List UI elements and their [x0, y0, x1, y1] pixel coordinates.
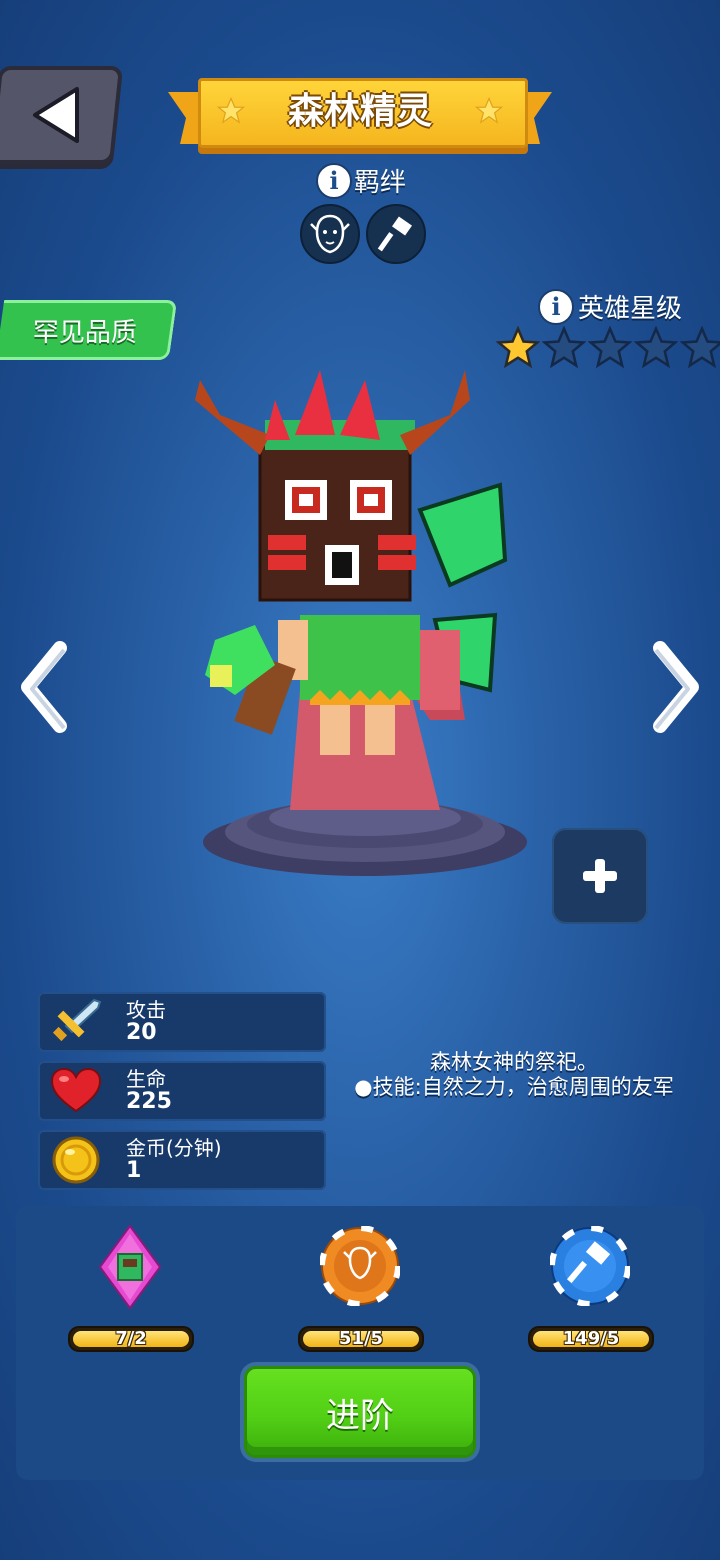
- star-level-info[interactable]: i 英雄星级: [538, 288, 682, 325]
- stat-label: 攻击: [126, 998, 166, 1022]
- hero-name: 森林精灵: [287, 91, 432, 132]
- hammer-icon[interactable]: [366, 204, 426, 264]
- heart-icon: [50, 1067, 102, 1113]
- bond-icons: [300, 204, 426, 264]
- stat-attack: 攻击 20: [38, 992, 326, 1052]
- stat-value: 20: [126, 1020, 157, 1045]
- progress-text: 51/5: [338, 1328, 384, 1349]
- stat-value: 225: [126, 1089, 172, 1114]
- star-empty-icon: [588, 326, 632, 369]
- star-empty-icon: [680, 326, 720, 369]
- progress-bar: 7/2: [68, 1326, 194, 1352]
- elf-chip-icon[interactable]: [320, 1226, 400, 1306]
- back-button[interactable]: [0, 66, 124, 164]
- description-line: 森林女神的祭祀。: [430, 1050, 598, 1074]
- star-level-label: 英雄星级: [578, 294, 683, 324]
- stat-health: 生命 225: [38, 1061, 326, 1121]
- bond-label: 羁绊: [354, 168, 407, 198]
- star-empty-icon: [542, 326, 586, 369]
- star-empty-icon: [634, 326, 678, 369]
- stat-label: 生命: [126, 1067, 166, 1091]
- hero-description: 森林女神的祭祀。 ●技能:自然之力，治愈周围的友军: [340, 1050, 688, 1100]
- info-icon: i: [538, 288, 574, 325]
- previous-hero-button[interactable]: [16, 640, 72, 734]
- info-icon: i: [316, 162, 352, 199]
- bond-info[interactable]: i 羁绊: [316, 162, 406, 199]
- progress-text: 149/5: [562, 1328, 620, 1349]
- add-button[interactable]: [552, 828, 648, 924]
- advance-button[interactable]: 进阶: [240, 1362, 480, 1462]
- plus-icon: [583, 859, 617, 893]
- gold-coin-icon: [52, 1136, 100, 1184]
- stat-value: 1: [126, 1158, 142, 1183]
- progress-bar: 149/5: [528, 1326, 654, 1352]
- quality-badge: 罕见品质: [0, 300, 178, 360]
- hero-character: [195, 370, 508, 810]
- progress-text: 7/2: [115, 1328, 147, 1349]
- back-arrow-icon: [33, 87, 79, 143]
- next-hero-button[interactable]: [648, 640, 704, 734]
- description-line: ●技能:自然之力，治愈周围的友军: [354, 1075, 674, 1099]
- stat-gold-per-minute: 金币(分钟) 1: [38, 1130, 326, 1190]
- elf-face-icon[interactable]: [300, 204, 360, 264]
- sword-icon: [52, 998, 102, 1042]
- progress-bar: 51/5: [298, 1326, 424, 1352]
- hero-card-gem-icon[interactable]: [98, 1224, 162, 1310]
- stat-label: 金币(分钟): [126, 1136, 222, 1160]
- chevron-left-icon: [21, 641, 67, 733]
- hammer-chip-icon[interactable]: [550, 1226, 630, 1306]
- chevron-right-icon: [653, 641, 699, 733]
- quality-label: 罕见品质: [32, 317, 137, 348]
- title-ribbon: 森林精灵: [168, 78, 552, 152]
- star-rating: [496, 326, 720, 370]
- advance-label: 进阶: [326, 1395, 394, 1436]
